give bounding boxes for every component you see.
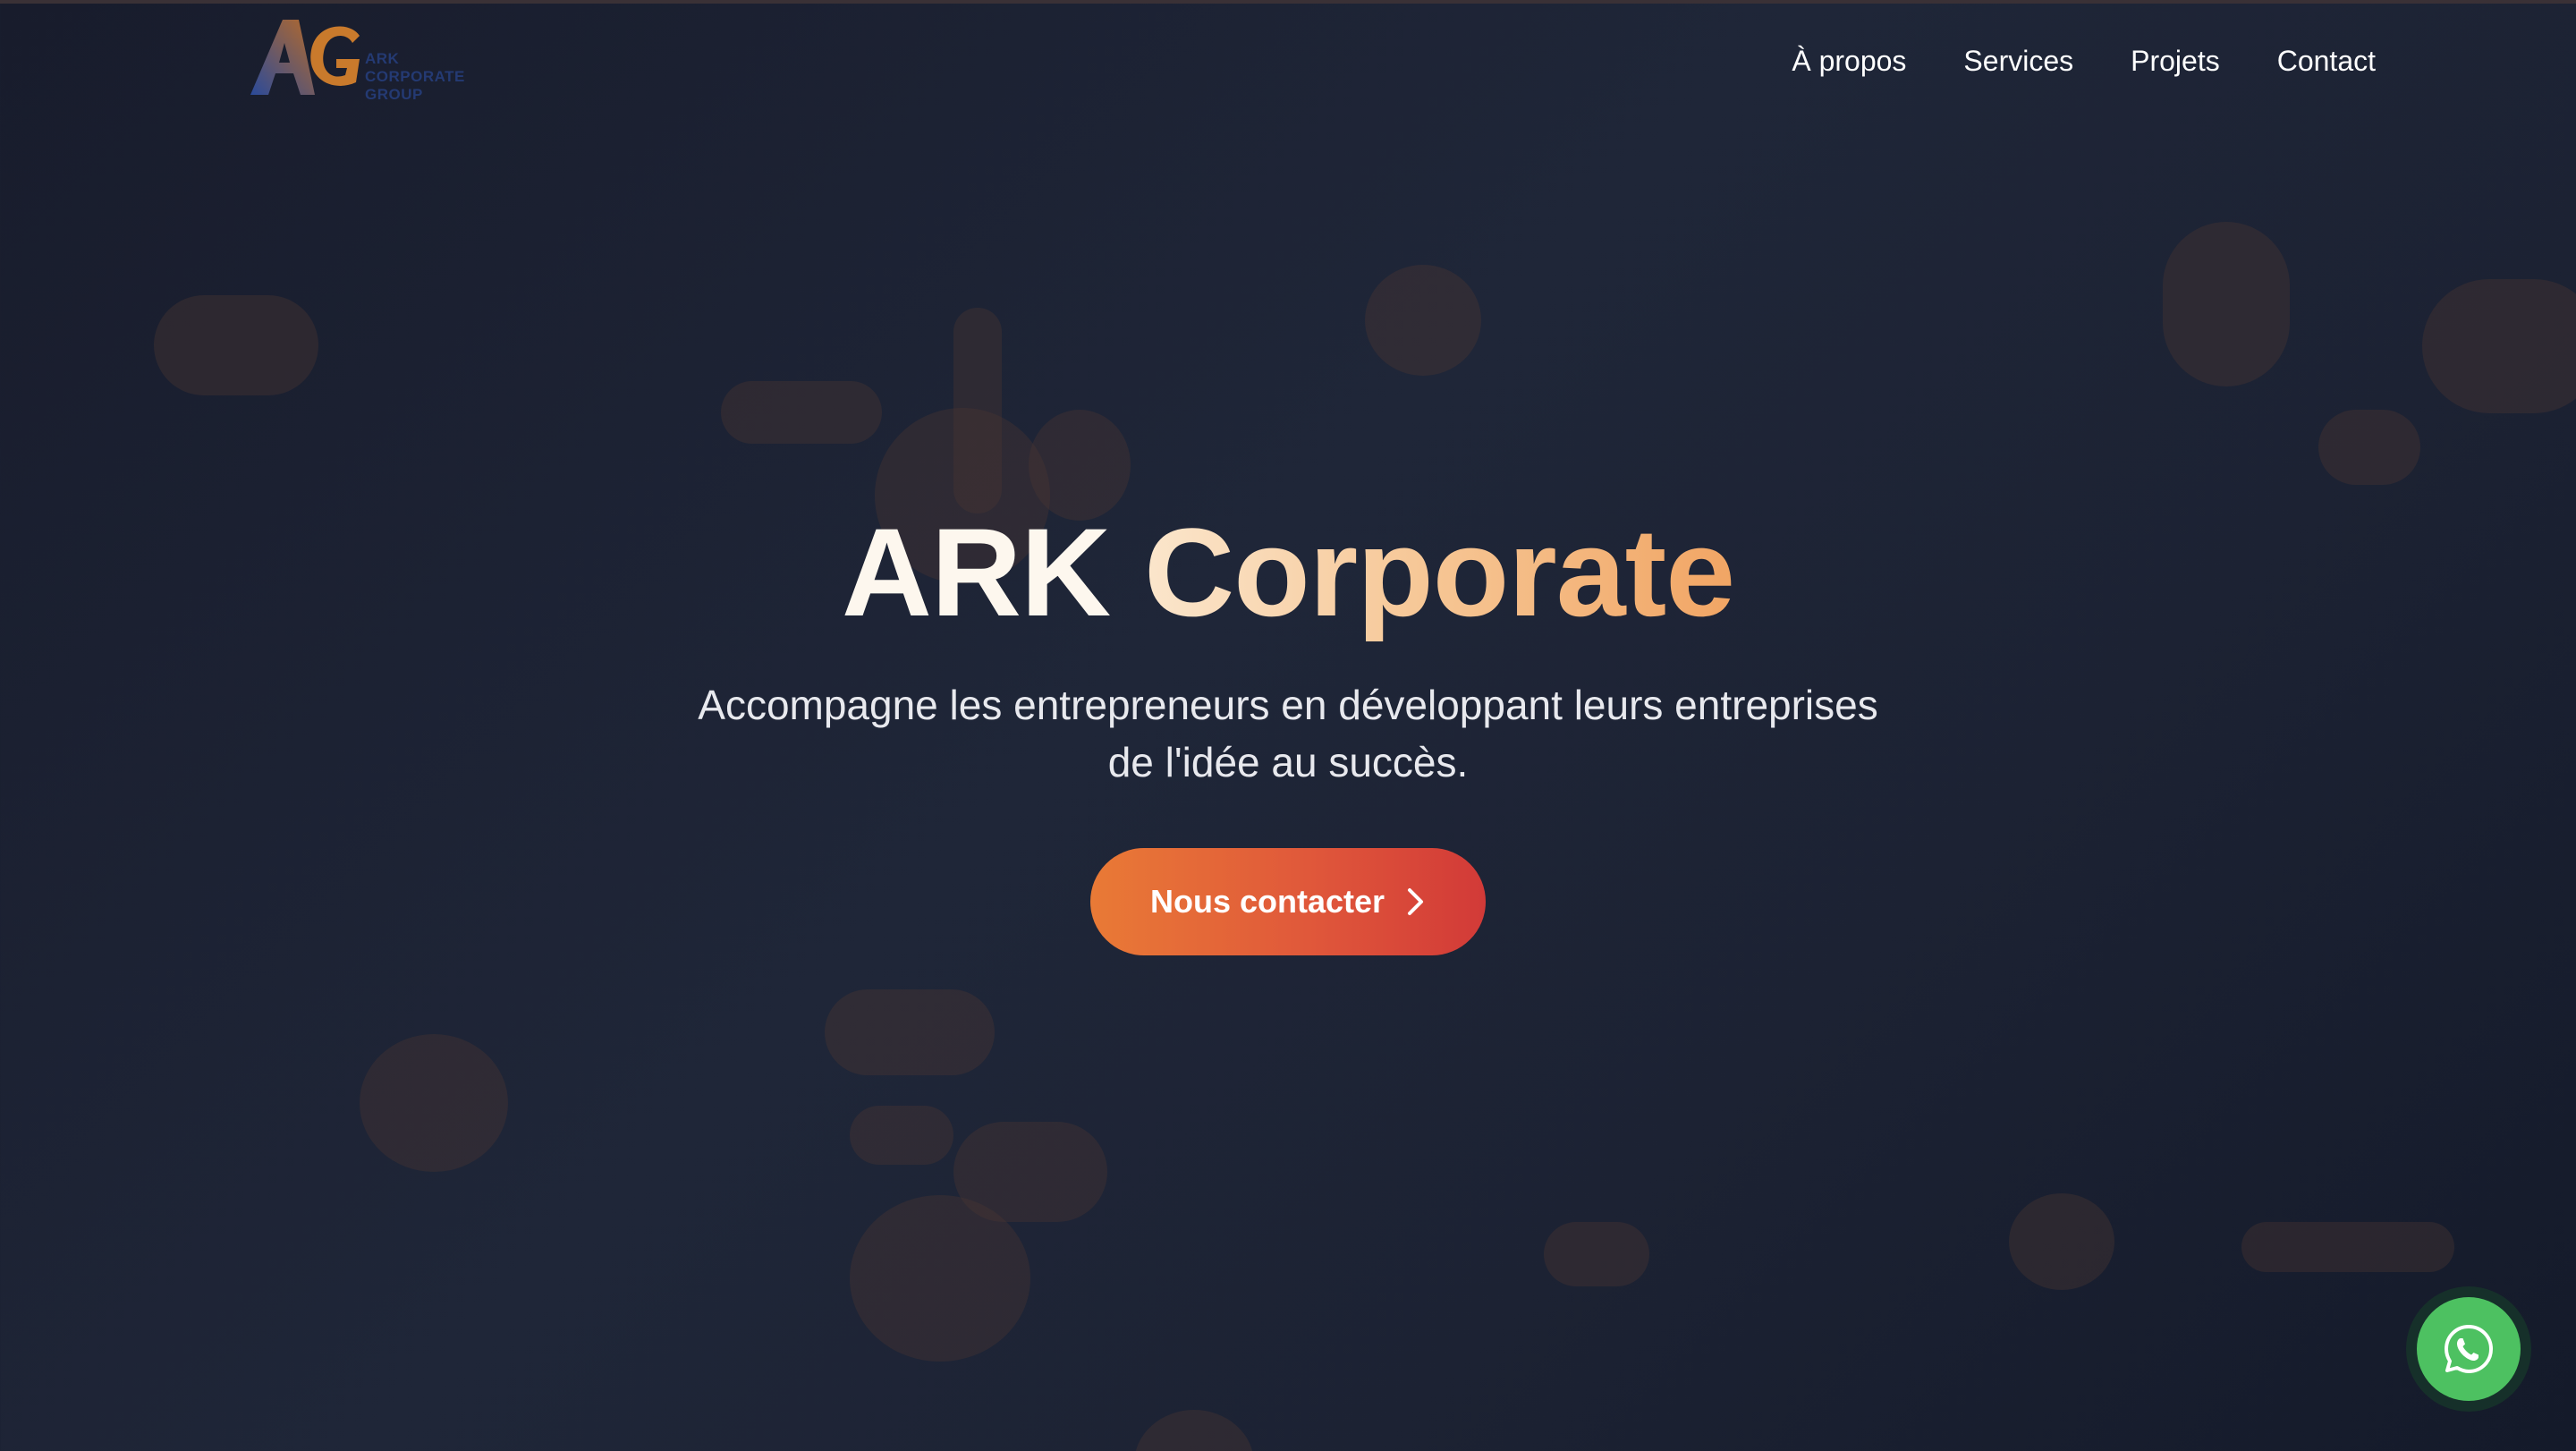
whatsapp-icon	[2445, 1325, 2493, 1373]
nav-link-a-propos[interactable]: À propos	[1792, 39, 1906, 82]
hero-title: ARK Corporate	[0, 501, 2576, 644]
nav-link-services[interactable]: Services	[1963, 39, 2073, 82]
nav-link-projets[interactable]: Projets	[2131, 39, 2220, 82]
hero-title-corporate: Corporate	[1144, 502, 1735, 642]
logo-text: ARK CORPORATE GROUP	[365, 50, 465, 103]
nav-link-contact[interactable]: Contact	[2277, 39, 2376, 82]
hero-subtitle-line1: Accompagne les entrepreneurs en développ…	[698, 682, 1878, 728]
main-nav: À propos Services Projets Contact	[1792, 39, 2376, 82]
hero-subtitle: Accompagne les entrepreneurs en développ…	[662, 676, 1914, 791]
top-border	[0, 0, 2576, 4]
hero-title-ark: ARK	[841, 502, 1111, 642]
chevron-right-icon	[1408, 888, 1424, 915]
brand-logo[interactable]: ARK CORPORATE GROUP	[243, 11, 476, 109]
contact-cta-button[interactable]: Nous contacter	[1090, 848, 1486, 955]
hero-subtitle-line2: de l'idée au succès.	[1107, 739, 1469, 785]
whatsapp-button[interactable]	[2417, 1297, 2521, 1401]
contact-cta-label: Nous contacter	[1149, 883, 1385, 920]
